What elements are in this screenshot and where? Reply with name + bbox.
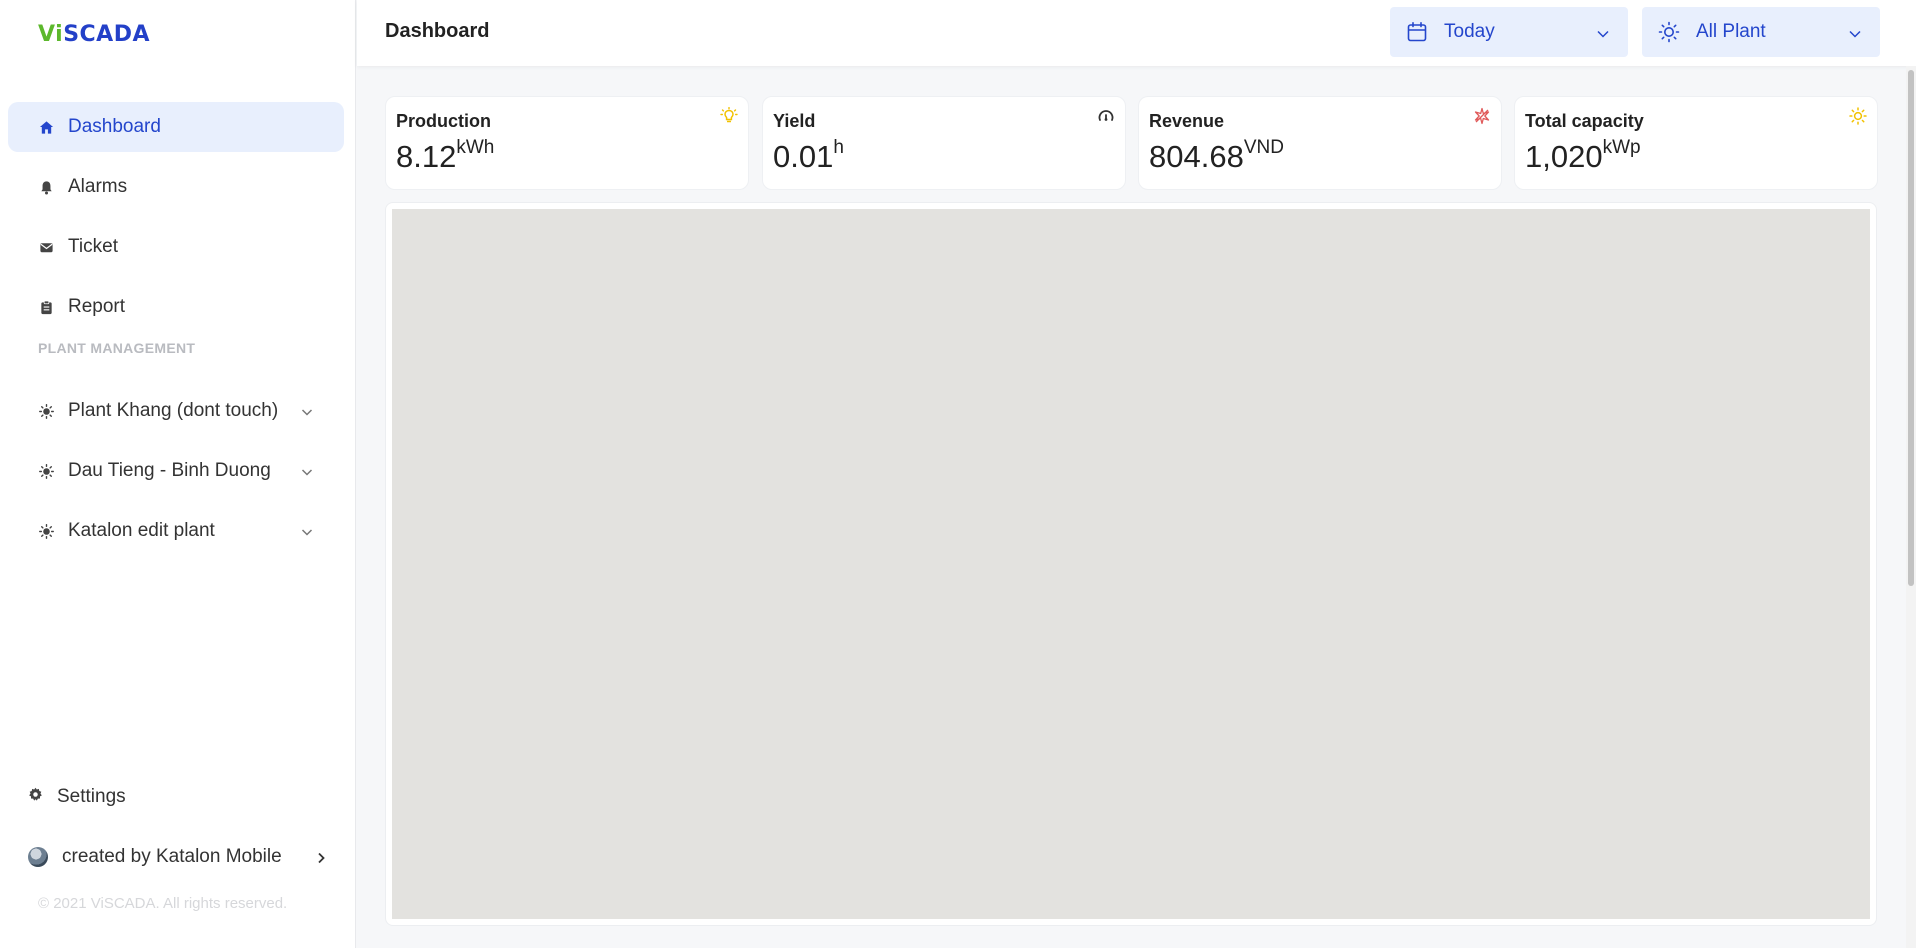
mail-icon: [38, 239, 54, 255]
sidebar-item-katalon-edit-plant[interactable]: Katalon edit plant: [8, 506, 344, 556]
plant-select[interactable]: All Plant: [1642, 7, 1880, 57]
sidebar-item-label: Plant Khang (dont touch): [68, 400, 279, 421]
stat-card-revenue: Revenue 804.68VND: [1138, 96, 1502, 190]
stat-unit: kWh: [456, 137, 495, 158]
date-range-value: Today: [1444, 21, 1495, 42]
avatar: [28, 847, 48, 867]
scrollbar-thumb[interactable]: [1908, 70, 1914, 586]
date-range-select[interactable]: Today: [1390, 7, 1628, 57]
plant-select-value: All Plant: [1696, 21, 1766, 42]
logo[interactable]: ViSCADA: [38, 22, 150, 47]
stat-label: Yield: [773, 111, 816, 131]
stat-unit: VND: [1243, 137, 1284, 158]
sidebar-item-label: Ticket: [68, 236, 118, 257]
sidebar-item-dau-tieng[interactable]: Dau Tieng - Binh Duong: [8, 446, 344, 496]
sidebar-item-alarms[interactable]: Alarms: [8, 162, 344, 212]
stat-label: Production: [396, 111, 491, 131]
page-title: Dashboard: [385, 20, 490, 42]
sidebar-item-label: Dau Tieng - Binh Duong: [68, 460, 271, 481]
chevron-down-icon: [1848, 25, 1862, 47]
lightbulb-icon: [720, 106, 738, 130]
sidebar-item-dashboard[interactable]: Dashboard: [8, 102, 344, 152]
sidebar-item-label: Alarms: [68, 176, 128, 197]
stat-value: 1,020kWp: [1525, 137, 1641, 174]
stat-value: 8.12kWh: [396, 137, 495, 174]
top-header: Dashboard Today All Plant: [357, 0, 1916, 66]
stat-value: 0.01h: [773, 137, 844, 174]
stat-card-total-capacity: Total capacity 1,020kWp: [1514, 96, 1878, 190]
sun-icon: [1658, 21, 1680, 43]
gauge-icon: [1097, 107, 1115, 130]
section-label-plant-management: PLANT MANAGEMENT: [38, 340, 196, 356]
stat-label: Total capacity: [1525, 111, 1644, 131]
sidebar-item-label: Katalon edit plant: [68, 520, 215, 541]
user-label: created by Katalon Mobile: [62, 846, 282, 867]
sun-icon: [38, 523, 54, 539]
stat-label: Revenue: [1149, 111, 1225, 131]
sidebar: ViSCADA Dashboard Alarms Ticket Report P…: [0, 0, 356, 948]
sidebar-item-ticket[interactable]: Ticket: [8, 222, 344, 272]
chevron-down-icon[interactable]: [300, 523, 314, 545]
sun-icon: [38, 463, 54, 479]
stat-value: 804.68VND: [1149, 137, 1284, 174]
chevron-right-icon[interactable]: [314, 849, 328, 871]
settings-label: Settings: [57, 786, 126, 807]
plant-map[interactable]: [392, 209, 1870, 919]
sparkle-icon: [1473, 107, 1491, 130]
gear-icon: [28, 786, 43, 808]
sun-icon: [38, 403, 54, 419]
calendar-icon: [1406, 21, 1428, 43]
bell-icon: [38, 179, 54, 195]
map-panel: [385, 202, 1877, 926]
sidebar-item-plant-khang[interactable]: Plant Khang (dont touch): [8, 386, 344, 436]
page-scrollbar[interactable]: [1906, 66, 1916, 948]
stat-unit: h: [833, 137, 844, 158]
chevron-down-icon: [1596, 25, 1610, 47]
stat-card-production: Production 8.12kWh: [385, 96, 749, 190]
sun-icon: [1849, 107, 1867, 130]
sidebar-item-label: Dashboard: [68, 116, 161, 137]
chevron-down-icon[interactable]: [300, 463, 314, 485]
sidebar-item-label: Report: [68, 296, 126, 317]
settings-link[interactable]: Settings: [28, 786, 126, 808]
user-profile[interactable]: created by Katalon Mobile: [28, 846, 328, 868]
sidebar-item-report[interactable]: Report: [8, 282, 344, 332]
stat-unit: kWp: [1602, 137, 1641, 158]
clipboard-icon: [38, 299, 54, 315]
home-icon: [38, 119, 54, 135]
chevron-down-icon[interactable]: [300, 403, 314, 425]
copyright-text: © 2021 ViSCADA. All rights reserved.: [38, 895, 288, 912]
stat-card-yield: Yield 0.01h: [762, 96, 1126, 190]
